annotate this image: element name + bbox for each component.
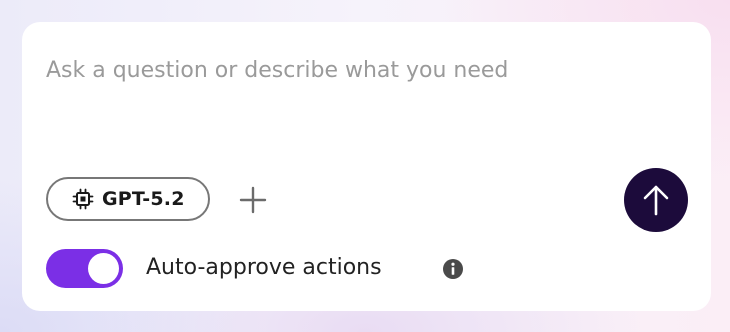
auto-approve-label: Auto-approve actions (146, 255, 382, 280)
model-selector-button[interactable]: GPT-5.2 (46, 177, 210, 221)
send-button[interactable] (624, 168, 688, 232)
toggle-knob (88, 253, 119, 284)
prompt-composer-card: GPT-5.2 Auto-approve actions (22, 22, 711, 311)
arrow-up-icon (643, 185, 669, 216)
info-icon[interactable] (442, 258, 464, 280)
prompt-input[interactable] (46, 58, 666, 83)
auto-approve-toggle[interactable] (46, 249, 123, 288)
add-button[interactable] (238, 185, 268, 215)
chip-icon (72, 188, 94, 210)
model-label: GPT-5.2 (102, 188, 185, 210)
plus-icon (239, 186, 267, 214)
